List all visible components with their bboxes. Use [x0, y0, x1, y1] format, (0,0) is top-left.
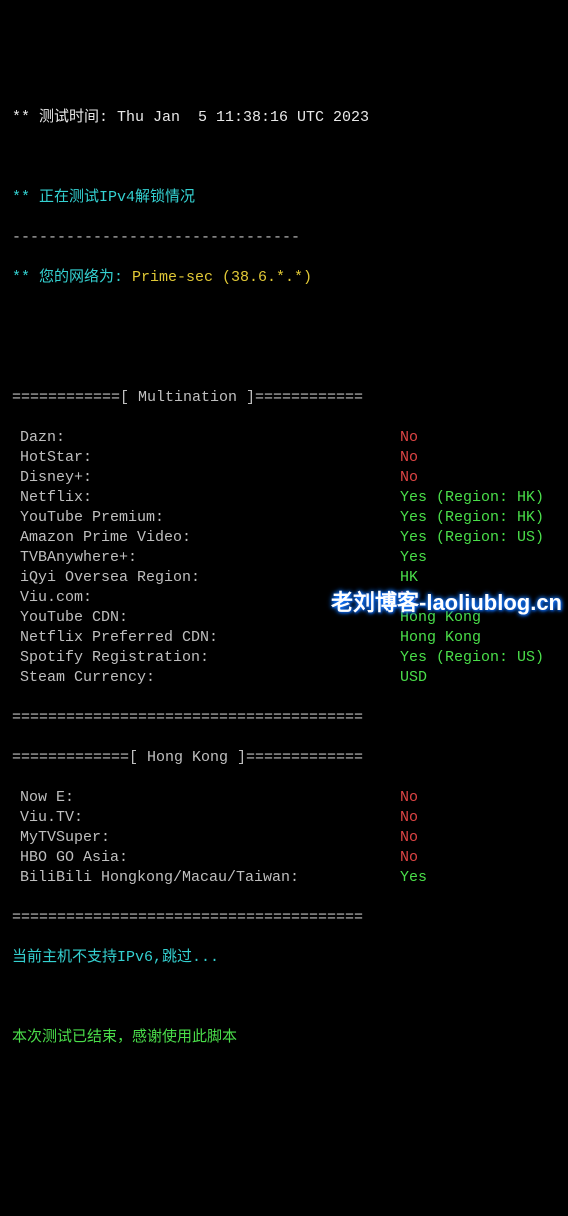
service-value: Yes — [400, 868, 427, 888]
service-value: Yes (Region: HK) — [400, 508, 544, 528]
service-row: iQyi Oversea Region:HK — [12, 568, 556, 588]
service-row: Netflix:Yes (Region: HK) — [12, 488, 556, 508]
service-value: No — [400, 848, 418, 868]
service-row: Viu.com:No — [12, 588, 556, 608]
service-value: Yes (Region: HK) — [400, 488, 544, 508]
service-label: iQyi Oversea Region: — [12, 568, 400, 588]
end-line: 本次测试已结束，感谢使用此脚本 — [12, 1028, 556, 1048]
section-hongkong-list: Now E:NoViu.TV:NoMyTVSuper:NoHBO GO Asia… — [12, 788, 556, 888]
service-row: TVBAnywhere+:Yes — [12, 548, 556, 568]
service-label: Netflix: — [12, 488, 400, 508]
service-value: No — [400, 588, 418, 608]
service-value: USD — [400, 668, 427, 688]
service-label: Viu.TV: — [12, 808, 400, 828]
time-value: Thu Jan 5 11:38:16 UTC 2023 — [117, 109, 369, 126]
ipv4-test-line: ** 正在测试IPv4解锁情况 — [12, 188, 556, 208]
service-label: Amazon Prime Video: — [12, 528, 400, 548]
service-label: YouTube Premium: — [12, 508, 400, 528]
service-row: HotStar:No — [12, 448, 556, 468]
service-value: Yes (Region: US) — [400, 648, 544, 668]
section-multination-list: Dazn:NoHotStar:NoDisney+:NoNetflix:Yes (… — [12, 428, 556, 688]
service-value: Hong Kong — [400, 608, 481, 628]
service-value: No — [400, 428, 418, 448]
service-row: HBO GO Asia:No — [12, 848, 556, 868]
service-label: Steam Currency: — [12, 668, 400, 688]
time-prefix: ** 测试时间: — [12, 109, 117, 126]
service-label: BiliBili Hongkong/Macau/Taiwan: — [12, 868, 400, 888]
service-row: Dazn:No — [12, 428, 556, 448]
service-label: YouTube CDN: — [12, 608, 400, 628]
service-value: No — [400, 468, 418, 488]
service-value: No — [400, 828, 418, 848]
dash-line: -------------------------------- — [12, 228, 556, 248]
service-value: No — [400, 808, 418, 828]
net-prefix: ** 您的网络为: — [12, 269, 132, 286]
service-label: Now E: — [12, 788, 400, 808]
service-label: Netflix Preferred CDN: — [12, 628, 400, 648]
service-row: Now E:No — [12, 788, 556, 808]
section-hongkong-title: =============[ Hong Kong ]============= — [12, 748, 556, 768]
service-value: Hong Kong — [400, 628, 481, 648]
service-label: Dazn: — [12, 428, 400, 448]
service-label: TVBAnywhere+: — [12, 548, 400, 568]
service-row: Netflix Preferred CDN:Hong Kong — [12, 628, 556, 648]
service-row: Viu.TV:No — [12, 808, 556, 828]
section-hongkong-footer: ======================================= — [12, 908, 556, 928]
service-row: Amazon Prime Video:Yes (Region: US) — [12, 528, 556, 548]
terminal-output: ** 测试时间: Thu Jan 5 11:38:16 UTC 2023 ** … — [0, 80, 568, 1076]
service-row: MyTVSuper:No — [12, 828, 556, 848]
section-multination-footer: ======================================= — [12, 708, 556, 728]
net-value: Prime-sec (38.6.*.*) — [132, 269, 312, 286]
service-label: Spotify Registration: — [12, 648, 400, 668]
service-value: No — [400, 448, 418, 468]
network-line: ** 您的网络为: Prime-sec (38.6.*.*) — [12, 268, 556, 288]
service-row: YouTube Premium:Yes (Region: HK) — [12, 508, 556, 528]
service-value: HK — [400, 568, 418, 588]
service-label: MyTVSuper: — [12, 828, 400, 848]
service-row: YouTube CDN:Hong Kong — [12, 608, 556, 628]
service-label: Viu.com: — [12, 588, 400, 608]
service-value: No — [400, 788, 418, 808]
service-value: Yes (Region: US) — [400, 528, 544, 548]
test-time-line: ** 测试时间: Thu Jan 5 11:38:16 UTC 2023 — [12, 108, 556, 128]
service-row: BiliBili Hongkong/Macau/Taiwan:Yes — [12, 868, 556, 888]
service-label: HotStar: — [12, 448, 400, 468]
service-value: Yes — [400, 548, 427, 568]
service-row: Spotify Registration:Yes (Region: US) — [12, 648, 556, 668]
section-multination-title: ============[ Multination ]============ — [12, 388, 556, 408]
ipv6-skip-line: 当前主机不支持IPv6,跳过... — [12, 948, 556, 968]
service-label: HBO GO Asia: — [12, 848, 400, 868]
service-label: Disney+: — [12, 468, 400, 488]
service-row: Disney+:No — [12, 468, 556, 488]
service-row: Steam Currency:USD — [12, 668, 556, 688]
